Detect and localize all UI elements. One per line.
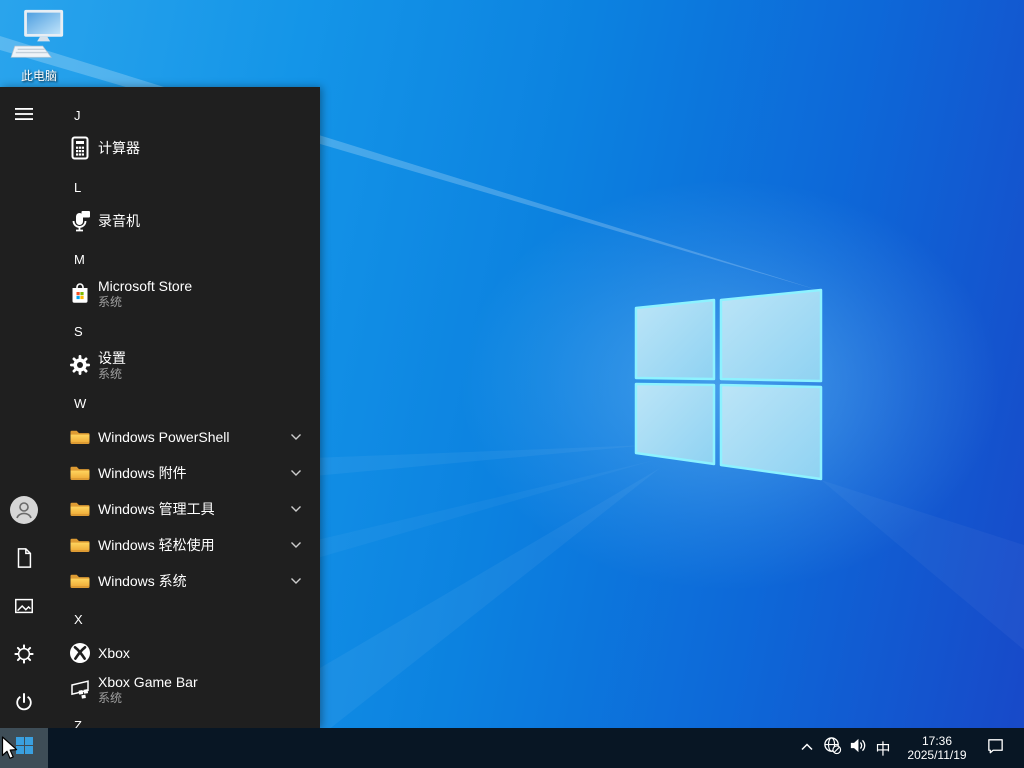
section-header-z[interactable]: Z xyxy=(0,711,320,729)
folder-icon xyxy=(68,461,92,485)
app-label: Xbox Game Bar xyxy=(98,673,198,690)
ime-indicator[interactable]: 中 xyxy=(870,728,896,768)
mouse-cursor xyxy=(1,736,19,762)
section-letter: W xyxy=(74,395,87,411)
app-subtitle: 系统 xyxy=(98,294,123,309)
app-label: Microsoft Store xyxy=(98,277,193,294)
section-header-m[interactable]: M xyxy=(0,245,320,273)
app-label: 设置 xyxy=(98,349,126,366)
folder-item-windows-powershell[interactable]: Windows PowerShell xyxy=(0,419,320,455)
start-menu: J 计算器 L 录音机 M Microsoft Store 系统 S 设置 系统… xyxy=(0,87,320,728)
xbox-game-bar-icon xyxy=(68,677,92,701)
section-header-l[interactable]: L xyxy=(0,173,320,201)
section-header-x[interactable]: X xyxy=(0,605,320,633)
ime-language-label: 中 xyxy=(875,740,891,758)
folder-icon xyxy=(68,533,92,557)
section-header-w[interactable]: W xyxy=(0,389,320,417)
app-label: Windows 轻松使用 xyxy=(98,536,215,553)
xbox-icon xyxy=(68,641,92,665)
chevron-down-icon[interactable] xyxy=(290,541,302,549)
voice-recorder-icon xyxy=(68,209,92,233)
volume-button[interactable] xyxy=(845,728,870,768)
section-letter: M xyxy=(74,251,85,267)
this-pc-icon xyxy=(9,8,69,60)
speaker-icon xyxy=(848,736,867,760)
taskbar: 中 17:36 2025/11/19 xyxy=(0,728,1024,768)
folder-icon xyxy=(68,425,92,449)
taskbar-clock[interactable]: 17:36 2025/11/19 xyxy=(904,734,970,762)
app-label: 录音机 xyxy=(98,212,140,229)
app-label: Windows 系统 xyxy=(98,572,187,589)
chevron-down-icon[interactable] xyxy=(290,577,302,585)
chevron-down-icon[interactable] xyxy=(290,469,302,477)
app-item-xbox[interactable]: Xbox xyxy=(0,635,320,671)
app-item-xbox-game-bar[interactable]: Xbox Game Bar 系统 xyxy=(0,667,320,711)
chevron-down-icon[interactable] xyxy=(290,433,302,441)
notification-icon xyxy=(986,736,1005,760)
clock-date: 2025/11/19 xyxy=(907,748,967,762)
section-letter: L xyxy=(74,179,82,195)
network-no-internet-icon xyxy=(823,736,842,760)
settings-gear-icon xyxy=(68,353,92,377)
folder-icon xyxy=(68,497,92,521)
chevron-down-icon[interactable] xyxy=(290,505,302,513)
section-letter: Z xyxy=(74,717,82,729)
desktop: 此电脑 J 计算器 L 录音机 M Microsoft Store 系统 S 设… xyxy=(0,0,1024,768)
network-button[interactable] xyxy=(819,728,845,768)
chevron-up-icon xyxy=(800,739,814,757)
section-letter: X xyxy=(74,611,83,627)
app-subtitle: 系统 xyxy=(98,690,123,705)
app-label: Windows 管理工具 xyxy=(98,500,215,517)
action-center-button[interactable] xyxy=(982,728,1008,768)
app-item-voice-recorder[interactable]: 录音机 xyxy=(0,203,320,239)
desktop-icon-label: 此电脑 xyxy=(20,69,57,83)
section-header-s[interactable]: S xyxy=(0,317,320,345)
app-label: Windows 附件 xyxy=(98,464,187,481)
tray-expand-button[interactable] xyxy=(795,728,819,768)
microsoft-store-icon xyxy=(68,281,92,305)
folder-item-windows-accessories[interactable]: Windows 附件 xyxy=(0,455,320,491)
app-label: Xbox xyxy=(98,644,130,661)
folder-item-windows-ease-of-access[interactable]: Windows 轻松使用 xyxy=(0,527,320,563)
folder-item-windows-admin-tools[interactable]: Windows 管理工具 xyxy=(0,491,320,527)
app-label: 计算器 xyxy=(98,139,140,156)
calculator-icon xyxy=(68,136,92,160)
system-tray: 中 17:36 2025/11/19 xyxy=(795,728,1024,768)
app-item-calculator[interactable]: 计算器 xyxy=(0,130,320,166)
folder-item-windows-system[interactable]: Windows 系统 xyxy=(0,563,320,599)
app-label: Windows PowerShell xyxy=(98,428,230,445)
app-item-settings[interactable]: 设置 系统 xyxy=(0,343,320,387)
desktop-icon-this-pc[interactable]: 此电脑 xyxy=(6,8,72,84)
section-letter: S xyxy=(74,323,83,339)
section-header-j[interactable]: J xyxy=(0,101,320,129)
folder-icon xyxy=(68,569,92,593)
section-letter: J xyxy=(74,107,81,123)
app-item-microsoft-store[interactable]: Microsoft Store 系统 xyxy=(0,271,320,315)
app-subtitle: 系统 xyxy=(98,366,123,381)
clock-time: 17:36 xyxy=(921,734,953,748)
